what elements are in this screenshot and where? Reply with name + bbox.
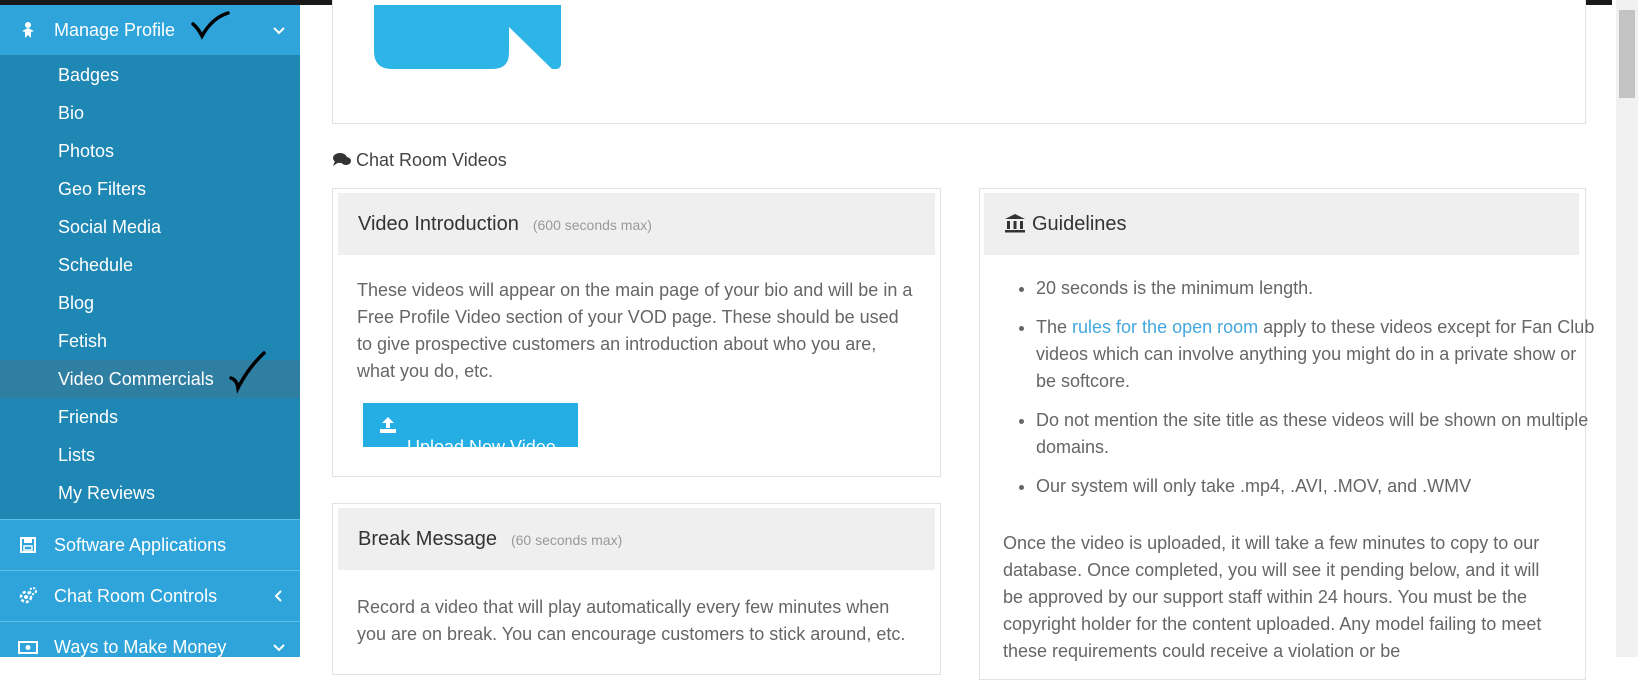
upload-new-video-button[interactable]: Upload New Video xyxy=(363,403,578,457)
list-item: The rules for the open room apply to the… xyxy=(1036,314,1596,395)
sidebar-item-video-commercials[interactable]: Video Commercials xyxy=(0,360,300,398)
sidebar-item-label: Social Media xyxy=(58,217,162,237)
cogs-icon xyxy=(19,587,37,604)
guideline-text: Do not mention the site title as these v… xyxy=(1036,410,1589,457)
list-item: Do not mention the site title as these v… xyxy=(1036,407,1596,461)
comments-icon xyxy=(333,153,351,166)
list-item: Our system will only take .mp4, .AVI, .M… xyxy=(1036,473,1596,500)
sidebar-item-ways-to-make-money[interactable]: Ways to Make Money xyxy=(0,621,300,657)
section-title-text: Chat Room Videos xyxy=(356,150,507,170)
sidebar-item-geo-filters[interactable]: Geo Filters xyxy=(0,170,300,208)
sidebar-item-label: Manage Profile xyxy=(54,20,176,40)
sidebar-item-label: Ways to Make Money xyxy=(54,637,227,657)
guideline-text: Our system will only take .mp4, .AVI, .M… xyxy=(1036,476,1472,496)
break-message-description: Record a video that will play automatica… xyxy=(357,597,906,644)
chevron-left-icon xyxy=(274,590,282,602)
panel-title: Guidelines xyxy=(1032,213,1127,235)
sidebar-item-label: Chat Room Controls xyxy=(54,586,218,606)
guideline-text: The xyxy=(1036,317,1073,337)
logo-icon xyxy=(374,5,561,69)
list-item: 20 seconds is the minimum length. xyxy=(1036,275,1596,302)
sidebar-item-manage-profile[interactable]: Manage Profile xyxy=(0,5,300,55)
sidebar-item-lists[interactable]: Lists xyxy=(0,436,300,474)
video-intro-title: Video Introduction (600 seconds max) xyxy=(358,213,652,236)
guideline-text: 20 seconds is the minimum length. xyxy=(1036,278,1314,298)
sidebar-item-chat-room-controls[interactable]: Chat Room Controls xyxy=(0,570,300,621)
video-intro-header: Video Introduction (600 seconds max) xyxy=(338,193,935,255)
video-intro-description: These videos will appear on the main pag… xyxy=(357,280,913,381)
sidebar-item-label: Geo Filters xyxy=(58,179,147,199)
sidebar-item-label: Blog xyxy=(58,293,95,313)
panel-title: Video Introduction xyxy=(358,213,519,235)
money-icon xyxy=(18,641,38,654)
panel-limit: (600 seconds max) xyxy=(532,217,652,233)
upload-icon xyxy=(380,417,396,433)
manage-profile-submenu: Badges Bio Photos Geo Filters Social Med… xyxy=(0,56,300,519)
break-message-title: Break Message (60 seconds max) xyxy=(358,528,622,551)
sidebar-item-label: Software Applications xyxy=(54,535,227,555)
sidebar-item-label: Lists xyxy=(58,445,96,465)
sidebar-item-label: Fetish xyxy=(58,331,108,351)
sidebar-item-label: Schedule xyxy=(58,255,134,275)
sidebar-item-bio[interactable]: Bio xyxy=(0,94,300,132)
scrollbar-thumb[interactable] xyxy=(1619,10,1635,98)
sidebar-item-label: Badges xyxy=(58,65,120,85)
sidebar-item-blog[interactable]: Blog xyxy=(0,284,300,322)
sidebar-item-label: My Reviews xyxy=(58,483,156,503)
bank-icon xyxy=(1005,214,1025,233)
open-room-rules-link[interactable]: rules for the open room xyxy=(1072,317,1258,337)
chevron-down-icon xyxy=(273,27,285,35)
user-icon xyxy=(22,22,34,38)
sidebar-item-my-reviews[interactable]: My Reviews xyxy=(0,474,300,512)
panel-limit: (60 seconds max) xyxy=(510,532,623,548)
sidebar-item-photos[interactable]: Photos xyxy=(0,132,300,170)
sidebar-item-label: Video Commercials xyxy=(58,369,214,389)
guidelines-paragraph: Once the video is uploaded, it will take… xyxy=(1003,533,1542,661)
page-scrollbar[interactable] xyxy=(1616,0,1638,657)
guidelines-title: Guidelines xyxy=(1004,213,1127,236)
sidebar-item-label: Bio xyxy=(58,103,85,123)
sidebar-item-badges[interactable]: Badges xyxy=(0,56,300,94)
break-message-header: Break Message (60 seconds max) xyxy=(338,508,935,570)
section-title: Chat Room Videos xyxy=(332,150,507,171)
sidebar-item-fetish[interactable]: Fetish xyxy=(0,322,300,360)
sidebar-item-schedule[interactable]: Schedule xyxy=(0,246,300,284)
sidebar-item-software-applications[interactable]: Software Applications xyxy=(0,519,300,570)
sidebar-item-label: Photos xyxy=(58,141,115,161)
panel-title: Break Message xyxy=(358,528,497,550)
sidebar-item-social-media[interactable]: Social Media xyxy=(0,208,300,246)
sidebar: Manage Profile Badges Bio Photos Geo Fil… xyxy=(0,5,300,657)
upload-button-label: Upload New Video xyxy=(407,437,556,457)
guidelines-header: Guidelines xyxy=(984,193,1579,255)
save-icon xyxy=(20,537,36,553)
sidebar-item-label: Friends xyxy=(58,407,119,427)
guidelines-list: 20 seconds is the minimum length. The ru… xyxy=(1010,275,1596,512)
sidebar-item-friends[interactable]: Friends xyxy=(0,398,300,436)
chevron-down-icon xyxy=(273,644,285,652)
